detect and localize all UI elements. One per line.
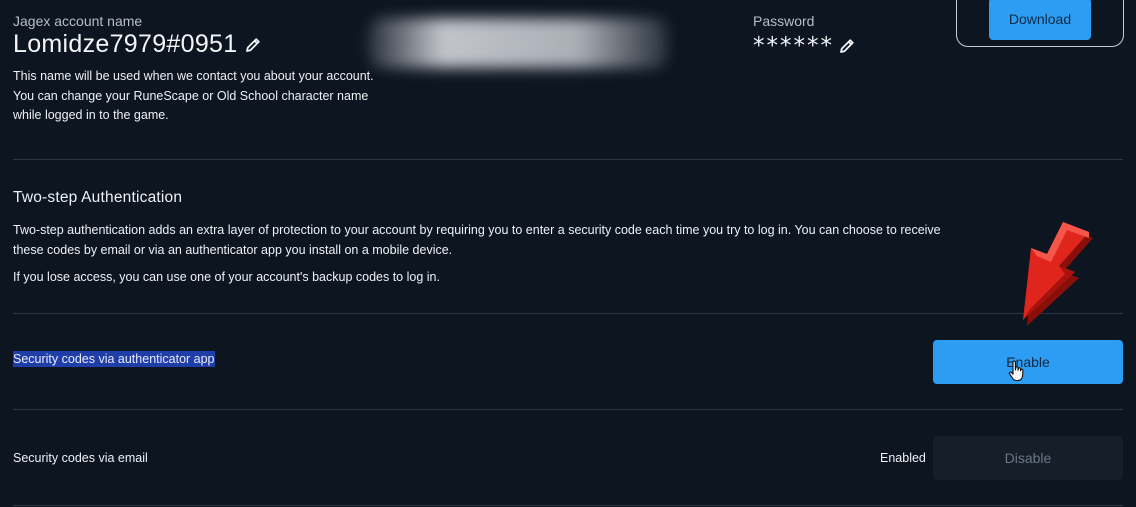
section-divider (13, 409, 1123, 410)
authenticator-method-label: Security codes via authenticator app (13, 351, 215, 367)
account-description-line: This name will be used when we contact y… (13, 69, 374, 83)
password-masked-value: ****** (753, 33, 834, 59)
email-method-label: Security codes via email (13, 451, 148, 465)
two-step-title: Two-step Authentication (13, 189, 183, 206)
account-settings-page: Jagex account name Lomidze7979#0951 This… (0, 0, 1136, 507)
account-description-line: while logged in to the game. (13, 108, 169, 122)
cursor-pointer-icon (1008, 360, 1024, 382)
two-step-description: Two-step authentication adds an extra la… (13, 221, 1013, 260)
pencil-icon[interactable] (838, 37, 856, 55)
account-name-label: Jagex account name (13, 13, 143, 29)
two-step-description-line: Two-step authentication adds an extra la… (13, 223, 941, 237)
download-button[interactable]: Download (989, 0, 1091, 40)
authenticator-row: Security codes via authenticator app (13, 351, 215, 367)
password-row: ****** (753, 33, 856, 59)
redacted-blur-region (368, 18, 668, 68)
password-label: Password (753, 13, 815, 29)
red-arrow-annotation (1023, 222, 1093, 326)
two-step-description-line: these codes by email or via an authentic… (13, 242, 453, 257)
section-divider (13, 313, 1123, 314)
section-divider (13, 159, 1123, 160)
account-name-description: This name will be used when we contact y… (13, 67, 413, 126)
pencil-icon[interactable] (244, 36, 262, 54)
email-status-badge: Enabled (880, 451, 926, 465)
account-name-row: Lomidze7979#0951 (13, 30, 262, 59)
section-divider (13, 505, 1123, 506)
account-description-line: You can change your RuneScape or Old Sch… (13, 88, 369, 103)
account-name-value: Lomidze7979#0951 (13, 30, 238, 58)
disable-email-button[interactable]: Disable (933, 436, 1123, 480)
backup-codes-note: If you lose access, you can use one of y… (13, 270, 440, 284)
